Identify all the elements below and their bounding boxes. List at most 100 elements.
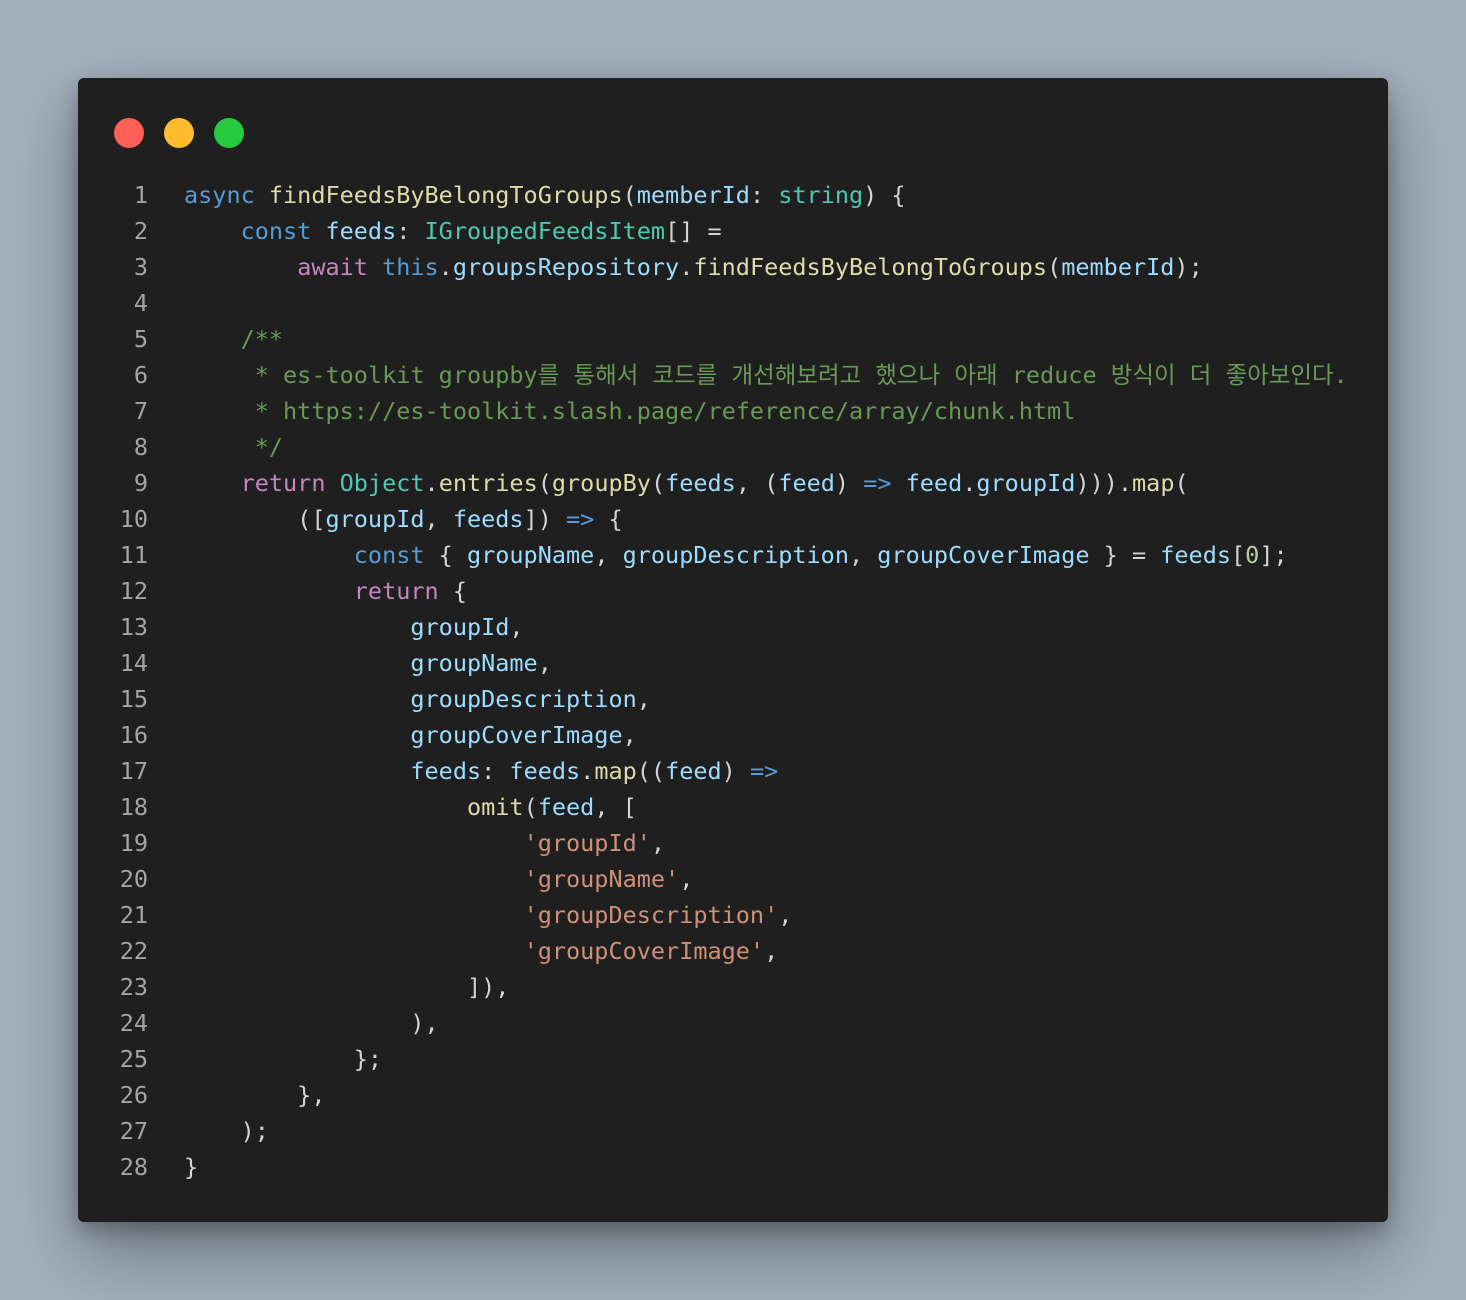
code-token: ([ bbox=[184, 505, 326, 533]
code-token: , bbox=[848, 541, 878, 569]
code-line: 27 ); bbox=[78, 1113, 1388, 1149]
line-text: }, bbox=[184, 1077, 325, 1113]
line-text: 'groupDescription', bbox=[184, 897, 793, 933]
code-token: } = bbox=[1089, 541, 1161, 569]
code-line: 17 feeds: feeds.map((feed) => bbox=[78, 753, 1388, 789]
code-token: memberId bbox=[1061, 253, 1175, 281]
line-number: 24 bbox=[119, 1009, 148, 1037]
line-text: const { groupName, groupDescription, gro… bbox=[184, 537, 1288, 573]
code-token: /** bbox=[240, 325, 284, 353]
code-token: feeds bbox=[410, 757, 482, 785]
code-token: ), bbox=[184, 1009, 439, 1037]
line-text: omit(feed, [ bbox=[184, 789, 637, 825]
line-number: 25 bbox=[119, 1045, 148, 1073]
code-token: , bbox=[679, 865, 694, 893]
code-token: groupCoverImage bbox=[410, 721, 623, 749]
code-editor[interactable]: 1 async findFeedsByBelongToGroups(memberI… bbox=[78, 177, 1388, 1185]
code-token: 0 bbox=[1245, 541, 1260, 569]
code-token: ( bbox=[523, 793, 538, 821]
line-number: 13 bbox=[119, 613, 148, 641]
code-token: groupId bbox=[410, 613, 510, 641]
code-token: ]), bbox=[184, 973, 510, 1001]
line-number: 15 bbox=[119, 685, 148, 713]
line-text: ); bbox=[184, 1113, 269, 1149]
code-token: , bbox=[778, 901, 793, 929]
code-line: 2 const feeds: IGroupedFeedsItem[] = bbox=[78, 213, 1388, 249]
line-text: groupCoverImage, bbox=[184, 717, 637, 753]
code-line: 13 groupId, bbox=[78, 609, 1388, 645]
line-number: 7 bbox=[133, 397, 148, 425]
line-text: await this.groupsRepository.findFeedsByB… bbox=[184, 249, 1203, 285]
close-button[interactable] bbox=[114, 118, 144, 148]
code-token: findFeedsByBelongToGroups bbox=[693, 253, 1048, 281]
code-token: feeds bbox=[1160, 541, 1232, 569]
line-text: /** bbox=[184, 321, 283, 357]
code-token: ( bbox=[1047, 253, 1062, 281]
code-token: ( bbox=[650, 469, 666, 497]
code-line: 19 'groupId', bbox=[78, 825, 1388, 861]
code-token: groupDescription bbox=[622, 541, 849, 569]
code-line: 6 * es-toolkit groupby를 통해서 코드를 개선해보려고 했… bbox=[78, 357, 1388, 393]
code-token: 'groupDescription' bbox=[523, 901, 779, 929]
line-text: ]), bbox=[184, 969, 509, 1005]
code-token: { bbox=[438, 541, 467, 569]
line-text: feeds: feeds.map((feed) => bbox=[184, 753, 778, 789]
line-number: 23 bbox=[119, 973, 148, 1001]
code-line: 11 const { groupName, groupDescription, … bbox=[78, 537, 1388, 573]
line-text: return { bbox=[184, 573, 467, 609]
code-token: , bbox=[594, 541, 623, 569]
code-token: feeds bbox=[452, 505, 524, 533]
code-token: ]) bbox=[523, 505, 567, 533]
line-text: * https://es-toolkit.slash.page/referenc… bbox=[184, 393, 1076, 429]
code-token: IGroupedFeedsItem bbox=[424, 217, 666, 245]
line-text: ), bbox=[184, 1005, 439, 1041]
code-window: 1 async findFeedsByBelongToGroups(memberI… bbox=[78, 78, 1388, 1222]
line-number: 22 bbox=[119, 937, 148, 965]
code-token: Object bbox=[339, 469, 425, 497]
line-number: 12 bbox=[119, 577, 148, 605]
line-text: 'groupName', bbox=[184, 861, 694, 897]
code-token: groupsRepository bbox=[452, 253, 680, 281]
code-token: , bbox=[622, 721, 637, 749]
code-token: 'groupId' bbox=[523, 829, 651, 857]
code-token: => bbox=[749, 757, 779, 785]
code-line: 26 }, bbox=[78, 1077, 1388, 1113]
code-token: */ bbox=[240, 433, 284, 461]
code-token: : bbox=[396, 217, 425, 245]
line-number: 10 bbox=[119, 505, 148, 533]
code-line: 16 groupCoverImage, bbox=[78, 717, 1388, 753]
code-token: await bbox=[297, 253, 383, 281]
line-text: return Object.entries(groupBy(feeds, (fe… bbox=[184, 465, 1189, 501]
code-token: . bbox=[962, 469, 977, 497]
code-token: memberId bbox=[636, 181, 750, 209]
line-number: 16 bbox=[119, 721, 148, 749]
line-number: 3 bbox=[133, 253, 148, 281]
maximize-button[interactable] bbox=[214, 118, 244, 148]
code-line: 3 await this.groupsRepository.findFeedsB… bbox=[78, 249, 1388, 285]
code-token: : bbox=[481, 757, 510, 785]
code-token: , bbox=[537, 649, 552, 677]
code-token: groupId bbox=[976, 469, 1076, 497]
code-line: 12 return { bbox=[78, 573, 1388, 609]
code-token: }; bbox=[184, 1045, 383, 1073]
line-number: 21 bbox=[119, 901, 148, 929]
minimize-button[interactable] bbox=[164, 118, 194, 148]
code-token: feeds bbox=[665, 469, 736, 497]
code-token: * es-toolkit groupby를 통해서 코드를 개선해보려고 했으나… bbox=[240, 361, 1348, 389]
line-number: 11 bbox=[119, 541, 148, 569]
code-token: => bbox=[566, 505, 595, 533]
code-token: ) { bbox=[863, 181, 906, 209]
code-token: [ bbox=[1231, 541, 1246, 569]
line-text: const feeds: IGroupedFeedsItem[] = bbox=[184, 213, 722, 249]
code-token: this bbox=[382, 253, 439, 281]
